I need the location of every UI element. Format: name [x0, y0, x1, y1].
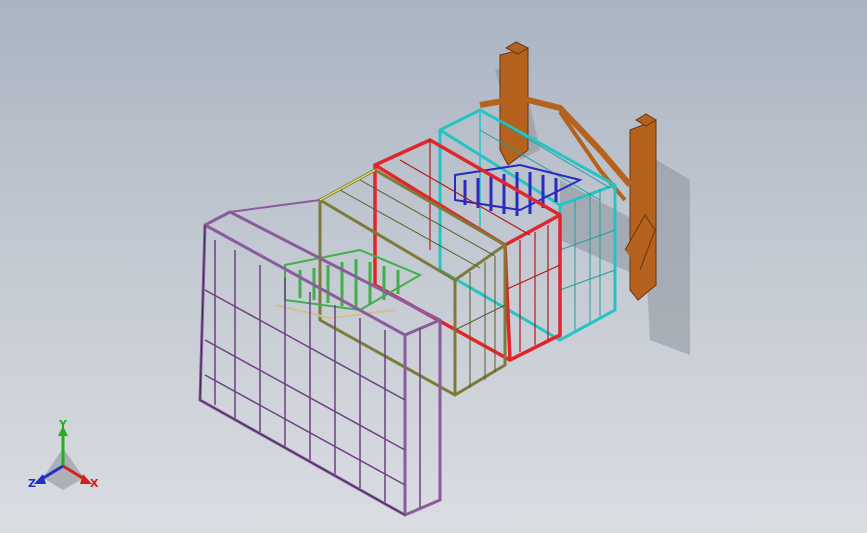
- z-axis-label: Z: [28, 477, 36, 490]
- coordinate-triad[interactable]: Y X Z: [28, 418, 99, 490]
- assembly-model[interactable]: Y X Z: [0, 0, 867, 533]
- y-axis-label: Y: [58, 418, 68, 431]
- x-axis-label: X: [90, 477, 99, 490]
- graphics-viewport[interactable]: Y X Z: [0, 0, 867, 533]
- green-inner-module[interactable]: [274, 248, 423, 320]
